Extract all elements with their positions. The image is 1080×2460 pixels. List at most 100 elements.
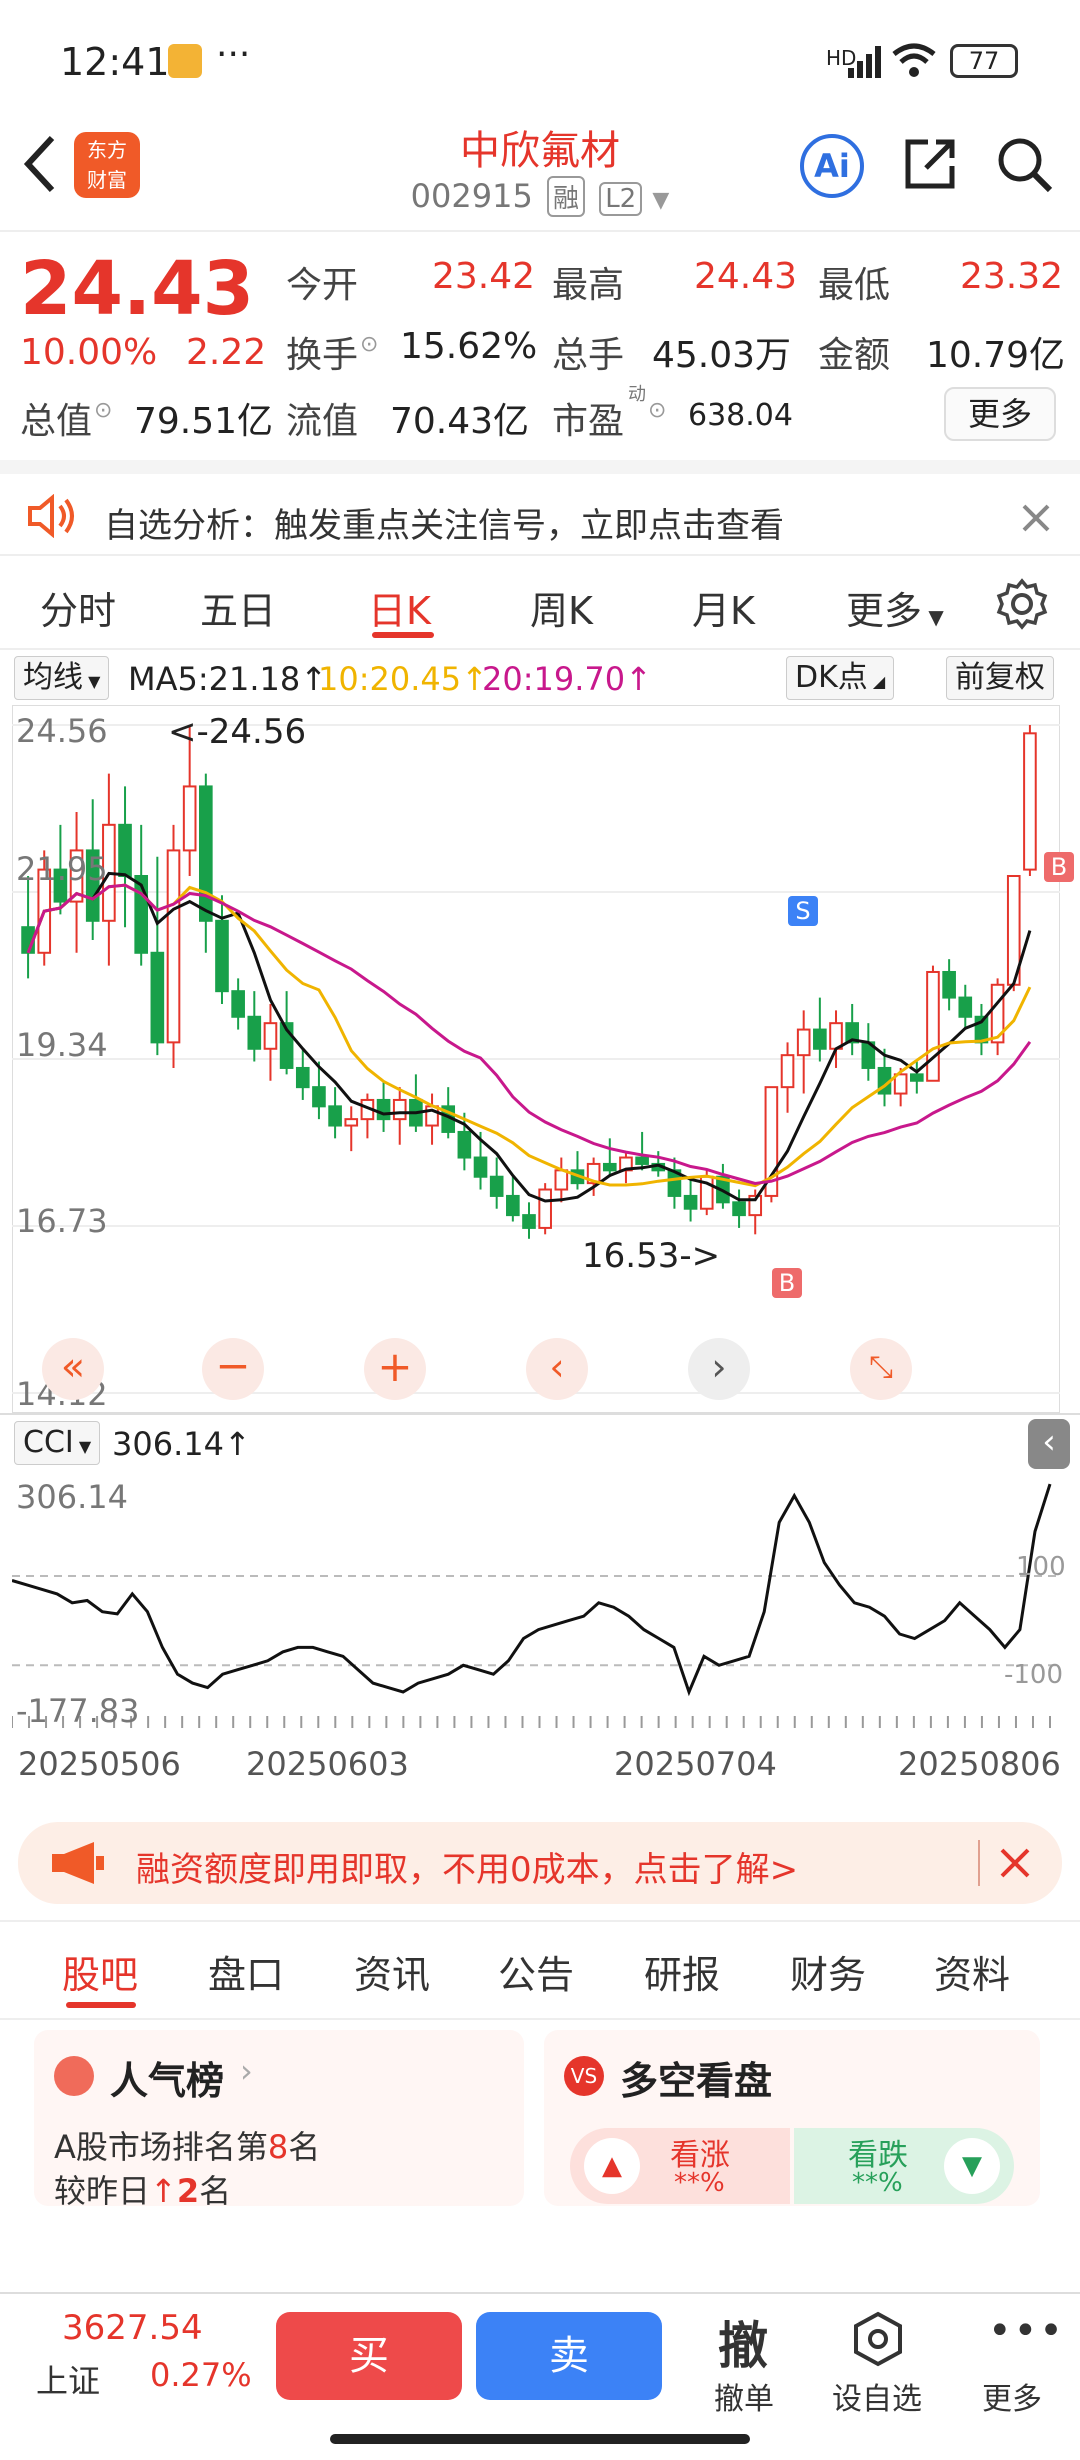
mktcap-label: 总值 <box>20 401 93 442</box>
buy-signal-marker-latest[interactable]: B <box>1044 852 1074 882</box>
tab-profile[interactable]: 资料 <box>934 1944 1010 1999</box>
pe-info-icon[interactable]: ⊙ <box>648 398 666 423</box>
adjust-price-button[interactable]: 前复权 <box>946 656 1054 700</box>
tab-news[interactable]: 资讯 <box>354 1944 430 1999</box>
float-value: 70.43亿 <box>390 401 530 442</box>
add-watchlist-label[interactable]: 设自选 <box>832 2374 922 2418</box>
y-label-3: 19.34 <box>16 1026 108 1064</box>
candle-body <box>780 1054 795 1089</box>
candle-body <box>457 1130 472 1159</box>
candle-body <box>538 1188 552 1229</box>
cci-value: 306.14↑ <box>112 1425 251 1463</box>
pe-dynamic-sup: 动 <box>628 384 646 405</box>
cci-y-top: 306.14 <box>16 1478 128 1516</box>
info-tabs: 股吧 盘口 资讯 公告 研报 财务 资料 <box>0 1920 1080 2020</box>
cancel-order-label[interactable]: 撤单 <box>714 2374 774 2418</box>
notice-bar[interactable]: 自选分析：触发重点关注信号，立即点击查看 <box>0 460 1080 556</box>
popularity-rank-line: A股市场排名第8名 <box>54 2128 321 2166</box>
candle-body <box>118 823 132 878</box>
zoom-in-icon[interactable]: + <box>364 1338 426 1400</box>
tab-daily[interactable]: 日K <box>368 580 431 635</box>
tab-orderbook[interactable]: 盘口 <box>208 1944 284 1999</box>
bearish-button[interactable]: 看跌 **% ▼ <box>794 2128 1014 2204</box>
volume-label: 总手 <box>552 335 625 376</box>
battery-icon: 77 <box>950 44 1018 78</box>
index-change[interactable]: 0.27% <box>150 2356 252 2394</box>
tab-weekly[interactable]: 周K <box>530 580 593 635</box>
date-label-2: 20250603 <box>246 1745 409 1783</box>
turnover-label: 换手 <box>286 335 359 376</box>
banner-divider <box>978 1840 980 1886</box>
change-pct: 10.00% <box>20 332 158 373</box>
pe-label: 市盈 <box>552 401 625 442</box>
candle-body <box>344 1118 359 1127</box>
quote-more-button[interactable]: 更多 <box>944 387 1056 441</box>
more-label[interactable]: 更多 <box>982 2374 1042 2418</box>
tab-announcements[interactable]: 公告 <box>498 1944 574 1999</box>
close-icon[interactable] <box>1020 502 1052 534</box>
candle-body <box>506 1194 520 1217</box>
tab-forum[interactable]: 股吧 <box>62 1944 138 1999</box>
index-value[interactable]: 3627.54 <box>62 2308 203 2348</box>
move-right-icon[interactable]: › <box>688 1338 750 1400</box>
sell-signal-marker[interactable]: S <box>788 896 818 926</box>
tab-intraday[interactable]: 分时 <box>40 580 116 635</box>
tab-five-day[interactable]: 五日 <box>200 580 276 635</box>
promo-banner[interactable]: 融资额度即用即取，不用0成本，点击了解> <box>18 1822 1062 1904</box>
candle-body <box>312 1086 326 1108</box>
ma-selector[interactable]: 均线 ▼ <box>14 656 110 700</box>
bullish-button[interactable]: ▲ 看涨 **% <box>570 2128 790 2204</box>
long-short-card[interactable]: VS 多空看盘 ▲ 看涨 **% 看跌 **% ▼ <box>544 2030 1040 2206</box>
notification-icon <box>168 44 202 78</box>
tab-financials[interactable]: 财务 <box>790 1944 866 1999</box>
mktcap-value: 79.51亿 <box>134 401 274 442</box>
popularity-card[interactable]: 人气榜 › A股市场排名第8名 较昨日↑2名 <box>34 2030 524 2210</box>
share-icon[interactable] <box>902 136 958 192</box>
volume-value: 45.03万 <box>652 335 792 376</box>
tab-monthly[interactable]: 月K <box>692 580 755 635</box>
low-value: 23.32 <box>960 256 1064 297</box>
tab-research[interactable]: 研报 <box>644 1944 720 1999</box>
dropdown-caret-icon[interactable]: ▼ <box>652 188 669 213</box>
candle-body <box>958 996 973 1018</box>
collapse-panel-icon[interactable]: ‹ <box>1028 1419 1070 1469</box>
high-annotation: <-24.56 <box>168 712 307 752</box>
buy-signal-marker[interactable]: B <box>772 1268 802 1298</box>
long-short-title: 多空看盘 <box>620 2059 773 2103</box>
settings-gear-icon[interactable] <box>996 578 1048 630</box>
tab-more[interactable]: 更多 ▼ <box>846 580 944 635</box>
wifi-icon <box>892 43 936 77</box>
zoom-out-icon[interactable]: − <box>202 1338 264 1400</box>
megaphone-icon <box>52 1842 104 1884</box>
move-left-icon[interactable]: ‹ <box>526 1338 588 1400</box>
cancel-order-icon[interactable]: 撤 <box>718 2306 768 2378</box>
open-label: 今开 <box>286 265 359 306</box>
mktcap-info-icon[interactable]: ⊙ <box>94 398 112 423</box>
buy-button[interactable]: 买 <box>276 2312 462 2400</box>
banner-text: 融资额度即用即取，不用0成本，点击了解> <box>136 1850 799 1890</box>
search-icon[interactable] <box>996 136 1054 194</box>
add-watchlist-icon[interactable] <box>850 2310 906 2368</box>
turnover-info-icon[interactable]: ⊙ <box>360 332 378 357</box>
amount-label: 金额 <box>818 335 891 376</box>
home-indicator <box>330 2434 750 2444</box>
more-icon[interactable]: ••• <box>988 2308 1065 2354</box>
active-tab-indicator <box>372 632 434 638</box>
candle-body <box>796 1028 811 1057</box>
sell-button[interactable]: 卖 <box>476 2312 662 2400</box>
fullscreen-icon[interactable]: ⤡ <box>850 1338 912 1400</box>
banner-close-icon[interactable] <box>998 1846 1032 1880</box>
index-name[interactable]: 上证 <box>36 2356 100 2402</box>
cci-chart[interactable] <box>12 1470 1060 1730</box>
indicator-selector[interactable]: CCI ▼ <box>14 1421 101 1465</box>
ai-button[interactable]: Ai <box>800 134 864 198</box>
change-value: 2.22 <box>186 332 267 373</box>
ma20-value: 20:19.70↑ <box>482 660 652 698</box>
cci-ref-minus100: -100 <box>1004 1660 1064 1690</box>
dk-point-button[interactable]: DK点 ◢ <box>786 656 895 700</box>
high-label: 最高 <box>552 265 625 306</box>
kline-chart[interactable] <box>12 705 1060 1413</box>
scroll-start-icon[interactable]: « <box>42 1338 104 1400</box>
candle-body <box>328 1105 342 1127</box>
amount-value: 10.79亿 <box>926 335 1066 376</box>
